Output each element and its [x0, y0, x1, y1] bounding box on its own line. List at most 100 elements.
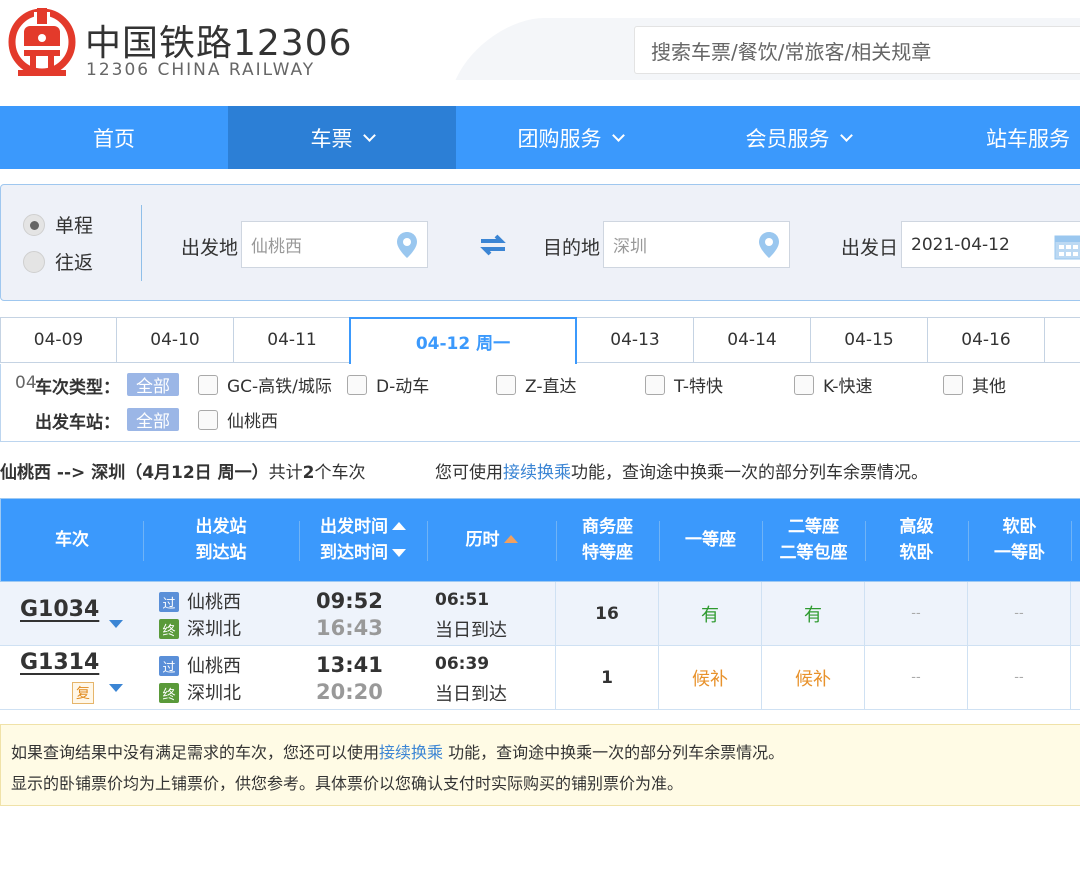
checkbox[interactable] [645, 374, 665, 395]
radio-one-way[interactable] [23, 213, 45, 236]
filter-other[interactable]: 其他 [943, 372, 1006, 397]
railway-logo-icon[interactable] [8, 8, 76, 80]
date-tab[interactable]: 04-11 [234, 317, 351, 363]
date-tab[interactable]: 04-13 [577, 317, 694, 363]
nav-item-station-service[interactable]: 站车服务 [912, 106, 1080, 169]
to-label: 目的地 [543, 237, 601, 259]
notice-line-1-post: 功能，查询途中换乘一次的部分列车余票情况。 [443, 743, 785, 762]
train-number-link[interactable]: G1314 [20, 650, 99, 675]
date-tab[interactable]: 04-09 [0, 317, 117, 363]
from-label: 出发地 [181, 237, 239, 259]
checkbox[interactable] [943, 374, 963, 395]
checkbox[interactable] [198, 374, 218, 395]
route-text: 仙桃西 --> 深圳（4月12日 周一） [0, 463, 269, 483]
date-tab[interactable]: 04-15 [811, 317, 928, 363]
notice-transfer-link[interactable]: 接续换乘 [379, 743, 443, 762]
business-seat-count[interactable]: 16 [555, 582, 658, 645]
filter-d-label: D-动车 [376, 377, 430, 397]
expand-stops-icon[interactable] [109, 620, 123, 628]
nav-item-tickets[interactable]: 车票 [228, 106, 456, 169]
date-tab[interactable]: 04-14 [694, 317, 811, 363]
filter-k[interactable]: K-快速 [794, 372, 873, 397]
brand-name-en: 12306 CHINA RAILWAY [86, 60, 316, 80]
divider [141, 205, 142, 281]
col-soft-label: 软卧 [1002, 517, 1037, 537]
filter-station[interactable]: 仙桃西 [198, 407, 278, 432]
transfer-link[interactable]: 接续换乘 [503, 463, 571, 483]
nav-item-group-service[interactable]: 团购服务 [456, 106, 684, 169]
round-trip-option[interactable]: 往返 [23, 248, 93, 275]
filter-z-label: Z-直达 [525, 377, 577, 397]
to-station-input[interactable]: 深圳 [603, 221, 790, 268]
first-class-waitlist[interactable]: 候补 [658, 646, 761, 709]
sort-departure[interactable]: 出发时间 [320, 514, 406, 540]
col-from-label: 出发站 [195, 517, 247, 537]
notice-line-2: 显示的卧铺票价均为上铺票价，供您参考。具体票价以您确认支付时实际购买的铺别票价为… [11, 774, 684, 793]
expand-stops-icon[interactable] [109, 684, 123, 692]
col-times: 出发时间 到达时间 [299, 499, 427, 581]
radio-round-trip[interactable] [23, 250, 45, 273]
calendar-icon[interactable] [1054, 232, 1080, 260]
checkbox[interactable] [496, 374, 516, 395]
train-type-label: 车次类型： [35, 378, 120, 398]
filter-panel: 04 车次类型： 全部 GC-高铁/城际 D-动车 Z-直达 T-特快 K-快速… [0, 364, 1080, 442]
result-summary: 仙桃西 --> 深圳（4月12日 周一）共计2个车次 [0, 458, 365, 483]
soft-sleeper-availability: -- [967, 582, 1070, 645]
nav-item-home[interactable]: 首页 [0, 106, 228, 169]
second-class-availability[interactable]: 有 [761, 582, 864, 645]
date-tab[interactable]: 04-16 [928, 317, 1045, 363]
col-duration[interactable]: 历时 [427, 499, 556, 581]
col-second-label: 二等座 [788, 517, 839, 537]
arrival-time: 20:20 [316, 680, 383, 704]
filter-t[interactable]: T-特快 [645, 372, 723, 397]
results-table-header: 车次 出发站 到达站 出发时间 到达时间 历时 商务座 特等座 一等座 二等座 … [0, 498, 1080, 582]
arrival-note: 当日到达 [435, 620, 507, 641]
one-way-option[interactable]: 单程 [23, 211, 93, 238]
brand-name-cn[interactable]: 中国铁路12306 [85, 14, 353, 66]
train-type-all-button[interactable]: 全部 [127, 373, 179, 397]
site-search-input[interactable]: 搜索车票/餐饮/常旅客/相关规章 [634, 26, 1080, 74]
date-label: 出发日 [841, 237, 899, 259]
to-station: 深圳北 [187, 619, 241, 640]
filter-z[interactable]: Z-直达 [496, 372, 576, 397]
date-tab-active[interactable]: 04-12 周一 [349, 317, 577, 365]
overflow-cell [1070, 582, 1080, 645]
round-trip-label: 往返 [55, 252, 94, 274]
from-station-input[interactable]: 仙桃西 [241, 221, 428, 268]
col-business-label: 商务座 [582, 517, 633, 537]
arrival-time: 16:43 [316, 616, 383, 640]
train-number-link[interactable]: G1034 [20, 597, 99, 622]
to-station: 深圳北 [187, 683, 241, 704]
filter-other-label: 其他 [972, 377, 1006, 397]
date-tab-overflow[interactable] [1045, 317, 1080, 363]
table-row: G1034 过 仙桃西 终 深圳北 09:52 16:43 06:51 当日到达… [0, 582, 1080, 646]
sort-arrival[interactable]: 到达时间 [320, 540, 406, 566]
ticket-query-panel: 单程 往返 出发地 仙桃西 目的地 深圳 出发日 2021-04-12 [0, 184, 1080, 301]
duration: 06:39 [435, 654, 490, 674]
col-duration-label: 历时 [465, 530, 500, 550]
chevron-down-icon [839, 128, 853, 142]
business-seat-count[interactable]: 1 [555, 646, 658, 709]
filter-gc[interactable]: GC-高铁/城际 [198, 372, 332, 397]
station-all-button[interactable]: 全部 [127, 408, 179, 432]
departure-time: 09:52 [316, 589, 383, 613]
checkbox[interactable] [794, 374, 814, 395]
col-arr-label: 到达时间 [320, 543, 388, 563]
checkbox[interactable] [198, 409, 218, 430]
checkbox[interactable] [347, 374, 367, 395]
filter-d[interactable]: D-动车 [347, 372, 429, 397]
swap-stations-icon[interactable] [479, 233, 507, 257]
col-second-box-label: 二等包座 [779, 543, 848, 563]
date-tabs: 04-09 04-10 04-11 04-12 周一 04-13 04-14 0… [0, 317, 1080, 365]
first-class-availability[interactable]: 有 [658, 582, 761, 645]
from-station: 仙桃西 [187, 592, 241, 613]
from-station: 仙桃西 [187, 656, 241, 677]
nav-item-label: 站车服务 [986, 126, 1070, 151]
col-stations: 出发站 到达站 [143, 499, 299, 581]
date-tab[interactable]: 04-10 [117, 317, 234, 363]
departure-date-input[interactable]: 2021-04-12 [901, 221, 1080, 268]
nav-item-member-service[interactable]: 会员服务 [684, 106, 912, 169]
location-pin-icon [759, 232, 779, 258]
from-station-value: 仙桃西 [251, 237, 302, 257]
second-class-waitlist[interactable]: 候补 [761, 646, 864, 709]
